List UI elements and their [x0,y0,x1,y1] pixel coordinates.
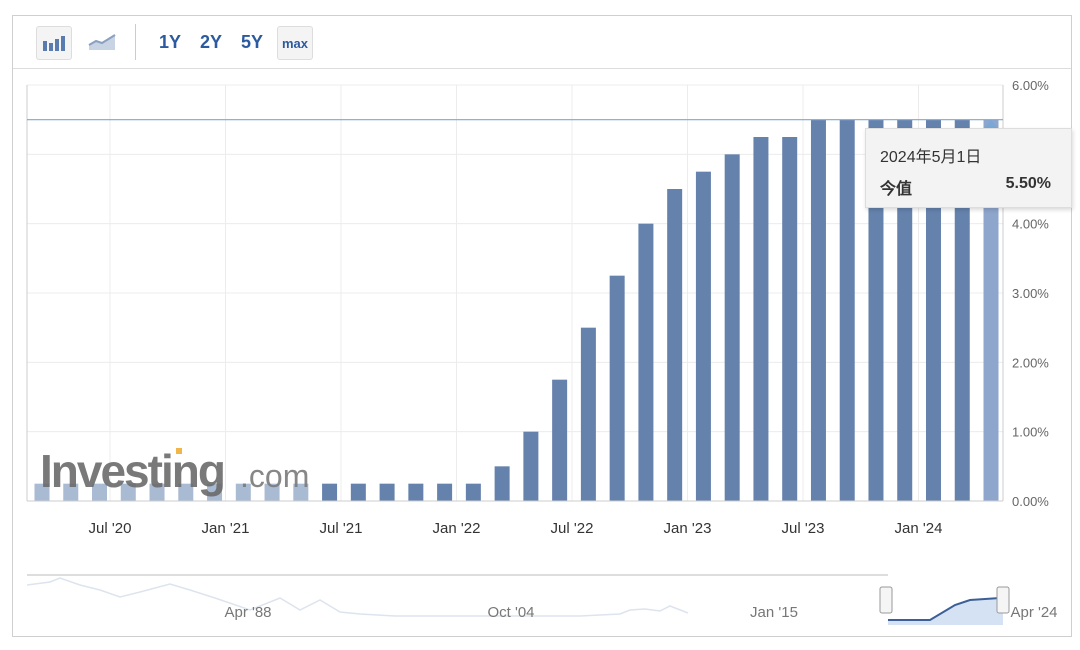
tooltip-value: 5.50% [1005,175,1051,192]
y-tick-label: 2.00% [1012,355,1049,370]
x-tick-label: Jan '24 [895,520,943,537]
navigator-label: Oct '04 [487,604,534,621]
tooltip: 2024年5月1日 今值 5.50% [865,128,1072,208]
x-tick-label: Jul '21 [320,520,363,537]
bar [782,137,798,501]
navigator-label: Apr '88 [224,604,271,621]
bar [465,483,481,501]
x-tick-label: Jul '23 [782,520,825,537]
navigator-label: Apr '24 [1010,604,1057,621]
bar-chart: 0.00%1.00%2.00%3.00%4.00%5.00%6.00%Jul '… [26,78,1058,625]
bar [437,483,453,501]
y-tick-label: 1.00% [1012,425,1049,440]
bar [609,275,625,501]
navigator-label: Jan '15 [750,604,798,621]
x-tick-label: Jan '23 [664,520,712,537]
y-tick-label: 0.00% [1012,494,1049,509]
bar [724,154,740,502]
x-tick-label: Jan '22 [433,520,481,537]
tooltip-label: 今值 [880,181,913,198]
navigator-left-handle[interactable] [879,586,893,614]
bar [379,483,395,501]
bar [350,483,366,501]
svg-text:.com: .com [240,458,309,494]
x-tick-label: Jul '20 [89,520,132,537]
bar [552,379,568,501]
bar [638,223,654,501]
y-tick-label: 3.00% [1012,286,1049,301]
navigator-right-handle[interactable] [996,586,1010,614]
y-tick-label: 4.00% [1012,217,1049,232]
bar [667,189,683,501]
x-tick-label: Jan '21 [202,520,250,537]
bar [580,327,596,501]
bar [695,171,711,501]
x-tick-label: Jul '22 [551,520,594,537]
bar [753,137,769,501]
investing-logo: Investing .com [40,445,309,497]
tooltip-date: 2024年5月1日 [880,149,982,166]
navigator[interactable]: Apr '88 Oct '04 Jan '15 Apr '24 [26,574,1058,625]
bar [408,483,424,501]
bar [839,119,855,502]
bar [322,483,338,501]
bar [523,431,539,501]
svg-text:Investing: Investing [40,445,224,497]
bar [810,119,826,502]
y-tick-label: 6.00% [1012,78,1049,93]
bar [494,466,510,501]
